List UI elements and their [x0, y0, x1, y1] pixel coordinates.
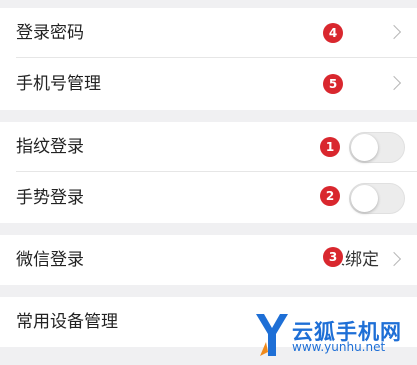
- row-login-password-label: 登录密码: [16, 23, 84, 43]
- settings-group-wechat: 微信登录 未绑定 3: [0, 235, 417, 285]
- row-gesture-label: 手势登录: [16, 188, 84, 208]
- badge-2: 2: [320, 186, 340, 206]
- badge-5: 5: [323, 74, 343, 94]
- row-login-password[interactable]: 登录密码 4: [0, 8, 417, 58]
- divider: [16, 171, 417, 172]
- watermark-url: www.yunhu.net: [292, 340, 386, 354]
- chevron-right-icon: [386, 75, 402, 91]
- gesture-toggle[interactable]: [349, 183, 405, 214]
- row-fingerprint-label: 指纹登录: [16, 137, 84, 157]
- fingerprint-toggle[interactable]: [349, 132, 405, 163]
- divider: [16, 57, 417, 58]
- settings-group-biometric: 指纹登录 1 手势登录 2: [0, 122, 417, 223]
- row-phone-manage-label: 手机号管理: [16, 74, 101, 94]
- badge-1: 1: [320, 137, 340, 157]
- badge-4: 4: [323, 23, 343, 43]
- chevron-right-icon: [386, 251, 402, 267]
- row-wechat-login[interactable]: 微信登录 未绑定 3: [0, 235, 417, 285]
- toggle-knob: [351, 134, 378, 161]
- toggle-knob: [351, 185, 378, 212]
- row-phone-manage[interactable]: 手机号管理 5: [0, 59, 417, 109]
- settings-group-password: 登录密码 4 手机号管理 5: [0, 8, 417, 110]
- badge-3: 3: [323, 247, 343, 267]
- watermark: 云狐手机网 www.yunhu.net: [252, 306, 417, 365]
- yunhu-logo-icon: [256, 314, 288, 356]
- chevron-right-icon: [386, 24, 402, 40]
- row-wechat-label: 微信登录: [16, 250, 84, 270]
- row-fingerprint-login: 指纹登录 1: [0, 122, 417, 172]
- row-gesture-login: 手势登录 2: [0, 173, 417, 223]
- row-device-manage-label: 常用设备管理: [16, 312, 118, 332]
